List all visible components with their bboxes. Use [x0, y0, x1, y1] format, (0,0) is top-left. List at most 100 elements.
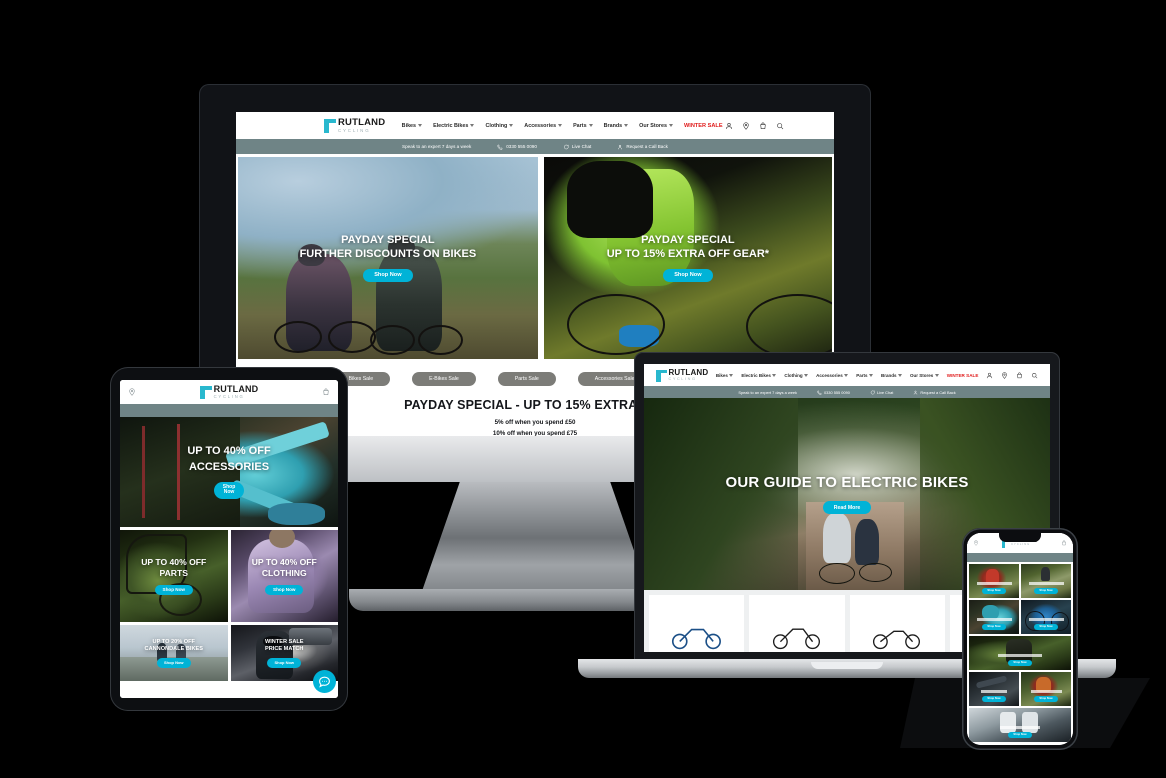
basket-icon[interactable] [1016, 371, 1023, 379]
cta-line2: Now [223, 489, 235, 496]
logo[interactable]: RUTLAND CYCLING [199, 384, 259, 399]
nav-item-bikes[interactable]: Bikes [402, 123, 423, 129]
phone-tile-6[interactable]: Shop Now [969, 672, 1019, 706]
nav-item-winter-sale[interactable]: WINTER SALE [684, 123, 723, 129]
nav-item-clothing[interactable]: Clothing [784, 373, 809, 378]
nav-item-electric-bikes[interactable]: Electric Bikes [433, 122, 475, 129]
phone-tile-4[interactable]: Shop Now [1021, 600, 1071, 634]
nav-item-our-stores[interactable]: Our Stores [910, 373, 939, 378]
phone-tile-5-cta[interactable]: Shop Now [1008, 659, 1032, 666]
phone-screen: RUTLAND CYCLING Shop Now [967, 533, 1073, 745]
nav-item-electric-bikes[interactable]: Electric Bikes [741, 373, 777, 378]
nav-item-our-stores[interactable]: Our Stores [639, 122, 674, 129]
infobar-live-chat[interactable]: Live Chat [870, 390, 893, 395]
person-headset-icon [618, 144, 623, 149]
phone-tile-2-cta[interactable]: Shop Now [1034, 587, 1058, 594]
tablet-hero[interactable]: UP TO 40% OFF ACCESSORIES Shop Now [120, 417, 338, 527]
nav-item-accessories[interactable]: Accessories [816, 373, 849, 378]
search-icon[interactable] [776, 122, 784, 130]
desktop-hero-right-cta[interactable]: Shop Now [663, 268, 713, 282]
tile-line1: UP TO 20% OFF [152, 638, 195, 645]
infobar-call-back[interactable]: Request a Call Back [617, 144, 668, 150]
phone-tile-7[interactable]: Shop Now [1021, 672, 1071, 706]
nav-item-clothing[interactable]: Clothing [485, 123, 514, 129]
product-card-1[interactable] [649, 595, 745, 652]
store-locator-icon[interactable] [1001, 371, 1008, 379]
phone-tile-8-cta[interactable]: Shop Now [1008, 731, 1032, 738]
nav-item-bikes[interactable]: Bikes [716, 373, 734, 378]
basket-icon[interactable] [1061, 540, 1067, 546]
nav-item-accessories[interactable]: Accessories [524, 123, 563, 129]
tile-line2: CLOTHING [261, 568, 307, 579]
laptop-navbar: RUTLAND CYCLING Bikes Electric Bikes Clo… [644, 364, 1050, 386]
chevron-down-icon [470, 124, 475, 127]
nav-item-parts[interactable]: Parts [856, 373, 873, 378]
phone-tile-2[interactable]: Shop Now [1021, 564, 1071, 598]
account-icon[interactable] [986, 372, 993, 379]
nav-label: Our Stores [639, 122, 668, 129]
phone-tile-1[interactable]: Shop Now [969, 564, 1019, 598]
nav-item-brands[interactable]: Brands [881, 373, 902, 378]
desktop-hero-left-cta[interactable]: Shop Now [363, 268, 413, 282]
phone-tile-8[interactable]: Shop Now [969, 708, 1071, 742]
product-card-3[interactable] [849, 595, 945, 652]
logo[interactable]: RUTLAND CYCLING [656, 367, 709, 382]
tablet-tile-cannondale[interactable]: UP TO 20% OFF CANNONDALE BIKES Shop Now [120, 625, 228, 681]
phone-tile-3[interactable]: Shop Now [969, 600, 1019, 634]
infobar-phone[interactable]: 0330 555 0090 [817, 390, 850, 395]
chevron-down-icon [509, 124, 514, 127]
desktop-hero-right[interactable]: PAYDAY SPECIAL UP TO 15% EXTRA OFF GEAR*… [543, 157, 832, 359]
logo-text-secondary: CYCLING [668, 376, 697, 381]
search-icon[interactable] [1031, 372, 1038, 379]
tablet-tile-parts-cta[interactable]: Shop Now [154, 584, 193, 596]
nav-item-parts[interactable]: Parts [573, 123, 593, 129]
basket-icon[interactable] [322, 388, 330, 396]
pill-parts-sale[interactable]: Parts Sale [497, 372, 556, 386]
basket-icon[interactable] [759, 122, 767, 130]
phone-tile-6-caption: Shop Now [969, 672, 1019, 706]
infobar-phone[interactable]: 0330 555 0090 [497, 143, 537, 150]
account-icon[interactable] [725, 122, 733, 130]
chevron-down-icon [844, 373, 849, 377]
infobar-call-back[interactable]: Request a Call Back [913, 390, 956, 395]
chat-bubble-button[interactable] [313, 670, 336, 693]
tablet-device: RUTLAND CYCLING UP TO 40% OFF ACCESSORIE… [110, 367, 348, 711]
product-card-2[interactable] [749, 595, 845, 652]
phone-tile-5[interactable]: Shop Now [969, 636, 1071, 670]
chevron-down-icon [897, 373, 902, 377]
nav-item-brands[interactable]: Brands [604, 123, 629, 129]
laptop-hero-cta[interactable]: Read More [822, 501, 872, 515]
pill-ebikes-sale[interactable]: E-Bikes Sale [412, 372, 476, 386]
phone-tile-4-cta[interactable]: Shop Now [1034, 623, 1058, 630]
hero-right-line2: UP TO 15% EXTRA OFF GEAR* [606, 247, 770, 260]
store-locator-icon[interactable] [742, 121, 750, 130]
tile-line2: PARTS [159, 568, 189, 579]
laptop-hero-title: OUR GUIDE TO ELECTRIC BIKES [725, 473, 969, 491]
infobar-live-chat[interactable]: Live Chat [563, 144, 591, 150]
tablet-tile-cannondale-cta[interactable]: Shop Now [156, 658, 191, 668]
tile-line2: CANNONDALE BIKES [144, 646, 203, 653]
tablet-tile-price-match-cta[interactable]: Shop Now [267, 658, 302, 668]
nav-label: Electric Bikes [433, 122, 469, 129]
tablet-tile-clothing[interactable]: UP TO 40% OFF CLOTHING Shop Now [230, 530, 338, 622]
nav-item-winter-sale[interactable]: WINTER SALE [947, 373, 979, 378]
tablet-tile-clothing-cta[interactable]: Shop Now [265, 584, 304, 596]
tile-line1: UP TO 40% OFF [141, 556, 207, 567]
store-locator-icon[interactable] [973, 540, 979, 546]
nav-label: Parts [856, 372, 868, 378]
desktop-hero-left[interactable]: PAYDAY SPECIAL FURTHER DISCOUNTS ON BIKE… [238, 157, 538, 359]
tablet-tile-parts[interactable]: UP TO 40% OFF PARTS Shop Now [120, 530, 228, 622]
logo-text-primary: RUTLAND [668, 367, 709, 377]
logo[interactable]: RUTLAND CYCLING [324, 118, 385, 133]
person-headset-icon [914, 390, 918, 394]
call-back-label: Request a Call Back [626, 144, 668, 149]
phone-tile-1-cta[interactable]: Shop Now [982, 587, 1006, 594]
tablet-hero-line2: ACCESSORIES [188, 461, 270, 474]
phone-tile-7-cta[interactable]: Shop Now [1034, 695, 1058, 702]
chevron-down-icon [669, 124, 674, 127]
phone-tile-3-cta[interactable]: Shop Now [982, 623, 1006, 630]
hero-left-line1: PAYDAY SPECIAL [341, 234, 435, 247]
phone-tile-6-cta[interactable]: Shop Now [982, 695, 1006, 702]
tablet-hero-cta[interactable]: Shop Now [213, 481, 245, 500]
store-locator-icon[interactable] [128, 388, 136, 396]
